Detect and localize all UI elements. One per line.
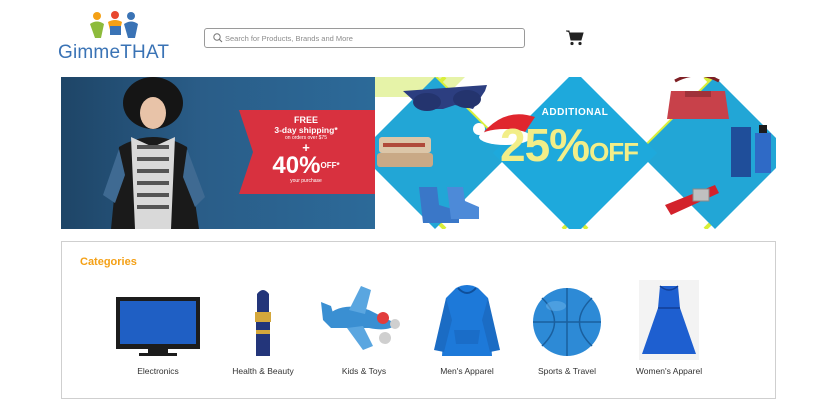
category-label: Kids & Toys [341, 366, 387, 376]
promo-off: OFF* [320, 161, 340, 170]
search-icon [213, 33, 223, 43]
sale-percent: 25%OFF [500, 118, 639, 172]
tv-icon [116, 297, 200, 356]
model-photo [103, 77, 205, 229]
category-label: Health & Beauty [232, 366, 294, 376]
hoodie-icon [434, 285, 500, 356]
categories-title: Categories [80, 256, 137, 268]
ball-icon [533, 288, 601, 356]
cart-icon[interactable] [566, 30, 584, 46]
category-mens-apparel[interactable]: Men's Apparel [422, 280, 512, 392]
category-womens-apparel[interactable]: Women's Apparel [624, 280, 714, 392]
category-label: Men's Apparel [440, 366, 494, 376]
sale-additional: ADDITIONAL [541, 107, 609, 118]
gimmethat-logo[interactable]: GimmeTHAT [58, 8, 178, 64]
category-label: Electronics [137, 366, 179, 376]
category-label: Sports & Travel [537, 366, 597, 376]
category-kids-toys[interactable]: Kids & Toys [319, 280, 409, 392]
toy-airplane-icon [321, 286, 400, 350]
sale-off: OFF [589, 137, 639, 167]
promo-shipping: 3-day shipping* [274, 125, 338, 135]
category-health-beauty[interactable]: Health & Beauty [218, 280, 308, 392]
search-bar[interactable] [204, 28, 525, 48]
dress-icon [639, 280, 699, 360]
promo-percent: 40% [272, 152, 321, 179]
gimmethat-logo-icon [90, 11, 138, 38]
lipstick-icon [255, 290, 271, 356]
categories-panel: Categories Electronics Health & Beauty K… [61, 241, 776, 399]
promo-free: FREE [293, 115, 318, 125]
search-input[interactable] [225, 31, 515, 45]
promo-purchase: your purchase [290, 178, 322, 184]
category-electronics[interactable]: Electronics [113, 280, 203, 392]
sale-percent-value: 25% [500, 119, 590, 171]
cologne-icon [731, 125, 771, 177]
category-label: Women's Apparel [635, 366, 703, 376]
category-sports-travel[interactable]: Sports & Travel [522, 280, 612, 392]
promo-text: FREE 3-day shipping* on orders over $75 … [251, 115, 361, 185]
scarves-icon [377, 137, 433, 167]
shipping-promo-banner[interactable]: FREE 3-day shipping* on orders over $75 … [61, 77, 375, 229]
logo-text: GimmeTHAT [58, 42, 170, 63]
